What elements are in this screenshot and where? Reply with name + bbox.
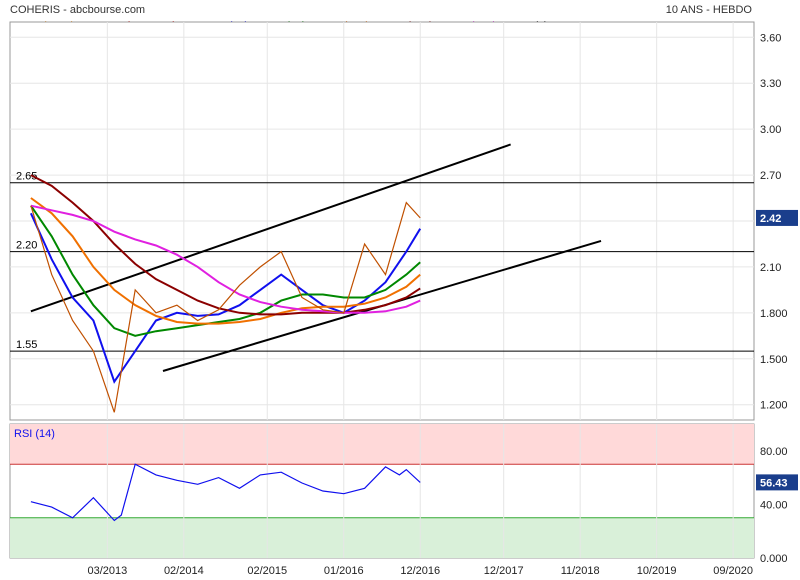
x-tick-label: 12/2016 [400,565,440,577]
overbought-zone [10,424,754,465]
x-tick-label: 01/2016 [324,565,364,577]
level-label: 2.20 [16,240,37,252]
price-tick-label: 1.200 [760,400,788,412]
price-tick-label: 3.60 [760,32,781,44]
rsi-y-axis: 0.000 40.00 80.00 [760,446,788,565]
x-tick-label: 11/2018 [561,565,600,577]
x-tick-label: 02/2015 [247,565,287,577]
price-tick-label: 2.10 [760,262,781,274]
price-tick-label: 1.500 [760,354,788,366]
rsi-tick-label: 0.000 [760,553,788,565]
x-tick-label: 10/2019 [637,565,677,577]
x-tick-label: 12/2017 [484,565,524,577]
last-price-text: 2.42 [760,213,781,225]
rsi-tick-label: 40.00 [760,499,788,511]
price-tick-label: 2.70 [760,170,781,182]
stock-chart: COHERIS - abcbourse.com 10 ANS - HEBDO B… [9,4,798,577]
x-tick-label: 09/2020 [713,565,753,577]
period-label: 10 ANS - HEBDO [666,4,753,16]
level-label: 1.55 [16,339,37,351]
chart-title: COHERIS - abcbourse.com [10,4,145,16]
time-x-axis: 03/2013 02/2014 02/2015 01/2016 12/2016 12/20… [87,565,753,577]
x-tick-label: 03/2013 [87,565,127,577]
price-tick-label: 3.00 [760,124,781,136]
price-tick-label: 3.30 [760,78,781,90]
x-tick-label: 02/2014 [164,565,204,577]
rsi-last-text: 56.43 [760,477,788,489]
rsi-tick-label: 80.00 [760,446,788,458]
rsi-last-value-badge: 56.43 [756,474,798,491]
rsi-title: RSI (14) [14,428,55,440]
price-tick-label: 1.800 [760,308,788,320]
oversold-zone [10,517,754,558]
last-price-badge: 2.42 [756,209,798,226]
